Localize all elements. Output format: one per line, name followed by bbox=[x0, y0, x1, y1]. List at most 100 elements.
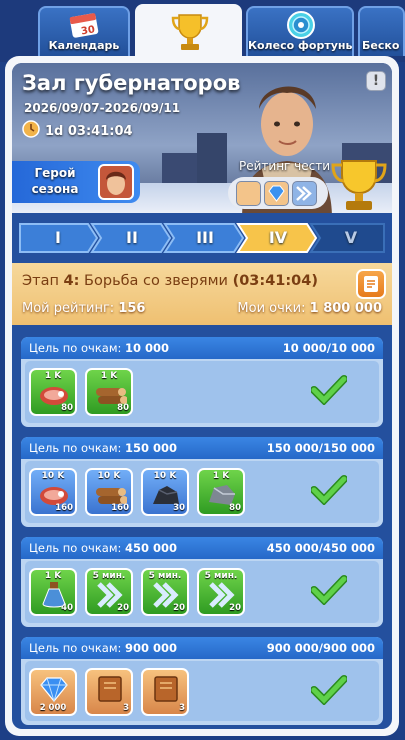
completed-check-icon bbox=[311, 575, 347, 605]
my-rating: Мой рейтинг: 156 bbox=[22, 301, 145, 316]
goal-label-text: Цель по очкам: bbox=[29, 641, 122, 655]
reward-item[interactable]: 10 K 160 bbox=[85, 468, 133, 516]
hero-season-label: Герой сезона bbox=[31, 166, 79, 196]
tab-calendar-label: Календарь bbox=[48, 39, 120, 52]
trophy-icon bbox=[171, 12, 209, 52]
stage-tab-1[interactable]: I bbox=[20, 223, 96, 253]
completed-check-icon bbox=[311, 675, 347, 705]
stage-tab-label: V bbox=[344, 228, 358, 247]
goal-header: Цель по очкам: 900 000 900 000/900 000 bbox=[21, 637, 383, 659]
stage-header: Этап 4: Борьба со зверями (03:41:04) Мой… bbox=[12, 263, 392, 325]
my-points-label: Мои очки: bbox=[237, 301, 306, 316]
fortune-wheel-icon bbox=[286, 10, 316, 40]
tab-trophy[interactable] bbox=[135, 4, 242, 60]
tab-calendar[interactable]: 30 Календарь bbox=[38, 6, 130, 56]
honor-speedup-icon bbox=[292, 180, 317, 206]
goal-target: 900 000 bbox=[125, 641, 178, 655]
reward-item[interactable]: 10 K 30 bbox=[141, 468, 189, 516]
my-points: Мои очки: 1 800 000 bbox=[237, 301, 382, 316]
reward-count: 3 bbox=[123, 703, 129, 713]
reward-item[interactable]: 1 K 40 bbox=[29, 568, 77, 616]
reward-count: 160 bbox=[111, 503, 129, 513]
svg-text:30: 30 bbox=[80, 24, 96, 37]
stage-selector: I II III IV V bbox=[12, 223, 392, 253]
goal-header: Цель по очкам: 450 000 450 000/450 000 bbox=[21, 537, 383, 559]
reward-item[interactable]: 1 K 80 bbox=[85, 368, 133, 416]
reward-item[interactable]: 5 мин. 20 bbox=[197, 568, 245, 616]
tab-fortune-wheel[interactable]: Колесо фортуны bbox=[246, 6, 354, 56]
reward-count: 3 bbox=[179, 703, 185, 713]
goal-header: Цель по очкам: 10 000 10 000/10 000 bbox=[21, 337, 383, 359]
manual-icon bbox=[154, 676, 178, 702]
my-rating-label: Мой рейтинг: bbox=[22, 301, 115, 316]
goal-label-text: Цель по очкам: bbox=[29, 341, 122, 355]
goal-rewards: 1 K 80 1 K 80 bbox=[25, 361, 379, 423]
completed-check-icon bbox=[311, 475, 347, 505]
goal-label-text: Цель по очкам: bbox=[29, 541, 122, 555]
honor-hero-icon bbox=[236, 180, 261, 206]
stage-tab-label: III bbox=[196, 228, 214, 247]
hero-season-button[interactable]: Герой сезона bbox=[12, 161, 140, 203]
stage-details-button[interactable] bbox=[356, 269, 386, 299]
event-banner: Зал губернаторов 2026/09/07-2026/09/11 1… bbox=[12, 63, 392, 213]
stage-name: Борьба со зверями bbox=[84, 273, 228, 289]
event-title: Зал губернаторов bbox=[22, 71, 241, 95]
honor-rating-button[interactable] bbox=[228, 177, 328, 209]
reward-count: 160 bbox=[55, 503, 73, 513]
goal-card: Цель по очкам: 450 000 450 000/450 000 1… bbox=[21, 537, 383, 627]
gem-icon bbox=[40, 677, 68, 703]
my-rating-value: 156 bbox=[118, 301, 146, 316]
event-content: Зал губернаторов 2026/09/07-2026/09/11 1… bbox=[12, 63, 392, 729]
tab-more-label: Беско bbox=[362, 39, 400, 52]
goal-label: Цель по очкам: 10 000 bbox=[29, 341, 169, 355]
goal-progress: 10 000/10 000 bbox=[282, 341, 375, 355]
tab-fortune-wheel-label: Колесо фортуны bbox=[248, 39, 354, 52]
tab-more[interactable]: Беско bbox=[358, 6, 405, 56]
reward-item[interactable]: 3 bbox=[141, 668, 189, 716]
reward-item[interactable]: 2 000 bbox=[29, 668, 77, 716]
reward-item[interactable]: 1 K 80 bbox=[197, 468, 245, 516]
manual-icon bbox=[98, 676, 122, 702]
goal-rewards: 2 000 3 3 bbox=[25, 661, 379, 721]
reward-count: 80 bbox=[229, 503, 241, 513]
stage-prefix: Этап bbox=[22, 273, 59, 289]
stage-tab-3[interactable]: III bbox=[169, 223, 241, 253]
reward-item[interactable]: 5 мин. 20 bbox=[141, 568, 189, 616]
honor-rating-label: Рейтинг чести bbox=[239, 159, 331, 173]
reward-item[interactable]: 3 bbox=[85, 668, 133, 716]
clock-icon bbox=[22, 120, 40, 142]
hero-avatar bbox=[98, 164, 134, 200]
stage-tab-2[interactable]: II bbox=[96, 223, 168, 253]
goal-card: Цель по очкам: 900 000 900 000/900 000 2… bbox=[21, 637, 383, 725]
reward-item[interactable]: 10 K 160 bbox=[29, 468, 77, 516]
completed-check-icon bbox=[311, 375, 347, 405]
stage-tab-label: II bbox=[126, 228, 138, 247]
top-tab-bar: 30 Календарь Колесо фортуны Беско bbox=[0, 0, 405, 62]
goal-rewards: 10 K 160 10 K 160 10 K 30 1 K 80 bbox=[25, 461, 379, 523]
my-points-value: 1 800 000 bbox=[309, 301, 382, 316]
event-panel: Зал губернаторов 2026/09/07-2026/09/11 1… bbox=[5, 56, 399, 736]
reward-count: 2 000 bbox=[39, 703, 67, 713]
goal-card: Цель по очкам: 150 000 150 000/150 000 1… bbox=[21, 437, 383, 527]
info-button[interactable]: ! bbox=[366, 71, 386, 91]
goal-progress: 450 000/450 000 bbox=[266, 541, 375, 555]
reward-count: 80 bbox=[117, 403, 129, 413]
honor-trophy-icon bbox=[331, 160, 387, 210]
goal-label: Цель по очкам: 900 000 bbox=[29, 641, 177, 655]
goal-rewards: 1 K 40 5 мин. 20 5 мин. 20 5 мин. 20 bbox=[25, 561, 379, 623]
event-dates: 2026/09/07-2026/09/11 bbox=[24, 101, 181, 115]
reward-item[interactable]: 1 K 80 bbox=[29, 368, 77, 416]
stage-time: (03:41:04) bbox=[232, 273, 318, 289]
stage-tab-5[interactable]: V bbox=[315, 223, 387, 253]
reward-item[interactable]: 5 мин. 20 bbox=[85, 568, 133, 616]
stage-tab-label: I bbox=[55, 228, 61, 247]
goal-label-text: Цель по очкам: bbox=[29, 441, 122, 455]
goal-target: 10 000 bbox=[125, 341, 170, 355]
goal-header: Цель по очкам: 150 000 150 000/150 000 bbox=[21, 437, 383, 459]
stage-tab-4[interactable]: IV bbox=[242, 223, 314, 253]
event-timer-text: 1d 03:41:04 bbox=[45, 123, 133, 139]
goal-card: Цель по очкам: 10 000 10 000/10 000 1 K … bbox=[21, 337, 383, 427]
reward-count: 80 bbox=[61, 403, 73, 413]
goal-target: 150 000 bbox=[125, 441, 178, 455]
goal-progress: 150 000/150 000 bbox=[266, 441, 375, 455]
